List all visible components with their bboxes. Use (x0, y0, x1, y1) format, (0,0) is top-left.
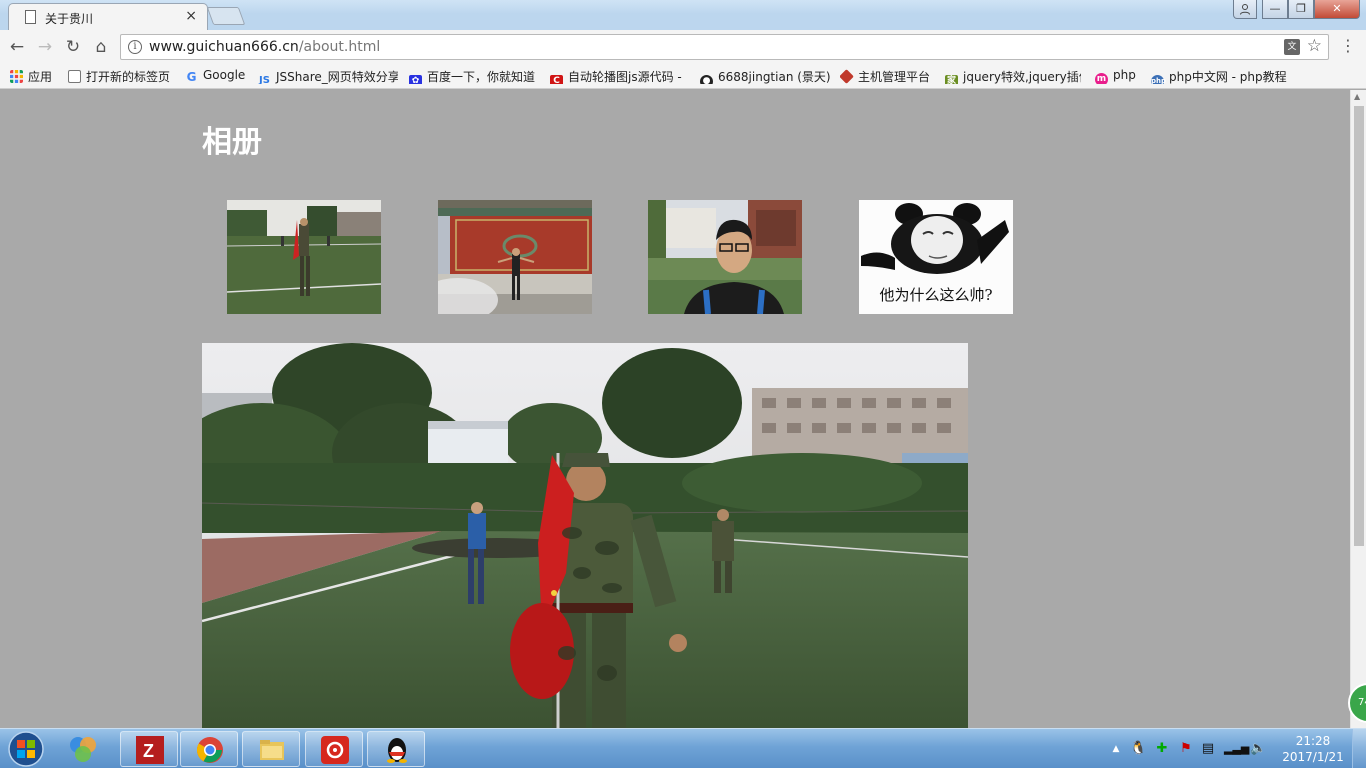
thumbnail-panda-meme[interactable]: 他为什么这么帅? (859, 200, 1013, 314)
page-icon (25, 10, 36, 24)
bookmark-label: jquery特效,jquery插件 (963, 70, 1081, 84)
bookmark-label: 主机管理平台 (858, 70, 931, 84)
chrome-menu-icon[interactable]: ⋮ (1340, 36, 1356, 56)
google-icon: G (186, 70, 197, 84)
netease-music-icon (321, 736, 349, 764)
maximize-button[interactable]: ❐ (1288, 0, 1314, 19)
bookmark-label: 自动轮播图js源代码 - (568, 70, 682, 84)
php-icon: m (1095, 73, 1108, 84)
vertical-scrollbar[interactable]: ▲ (1350, 90, 1366, 728)
bookmark-github[interactable]: ● 6688jingtian (景天) (700, 68, 832, 84)
military-parade-large-image (202, 343, 968, 728)
bookmark-php-cn[interactable]: php php中文网 - php教程 (1151, 68, 1289, 84)
clock-time: 21:28 (1295, 734, 1331, 748)
tray-expand-icon[interactable]: ▲ (1108, 741, 1124, 757)
taskbar-explorer[interactable] (242, 731, 300, 767)
page-icon (68, 70, 81, 83)
bookmark-php[interactable]: m php (1095, 68, 1141, 84)
apps-grid-icon (10, 70, 23, 83)
home-icon[interactable]: ⌂ (90, 36, 112, 58)
browser-titlebar: 关于贵川 × — ❐ ✕ (0, 0, 1366, 30)
new-tab-button[interactable] (206, 7, 246, 25)
js-icon: JS (259, 75, 270, 84)
bookmark-apps[interactable]: 应用 (10, 68, 60, 84)
address-bar[interactable]: i www.guichuan666.cn/about.html 文 ☆ (120, 34, 1329, 60)
url-path: /about.html (298, 39, 381, 55)
tray-security-icon[interactable]: ✚ (1154, 741, 1170, 757)
bookmark-baidu[interactable]: ✿ 百度一下，你就知道 (409, 68, 541, 84)
baidu-icon: ✿ (409, 75, 422, 84)
minimize-button[interactable]: — (1262, 0, 1288, 19)
bookmark-google[interactable]: G Google (185, 68, 251, 84)
scrollbar-thumb[interactable] (1354, 106, 1364, 546)
red-wall-image (438, 200, 592, 314)
chrome-icon (196, 737, 223, 763)
taskbar-qq[interactable] (367, 731, 425, 767)
php-cn-icon: php (1151, 75, 1166, 84)
site-info-icon[interactable]: i (128, 40, 142, 54)
tab-about[interactable]: 关于贵川 × (8, 3, 208, 30)
forward-icon[interactable]: → (34, 36, 56, 58)
bookmark-label: JSShare_网页特效分享 (276, 70, 398, 84)
folder-icon (260, 740, 284, 760)
url-host: www.guichuan666.cn (149, 39, 299, 55)
tab-title: 关于贵川 (45, 12, 94, 26)
bookmark-host[interactable]: 主机管理平台 (840, 68, 936, 84)
bookmark-star-icon[interactable]: ☆ (1307, 36, 1322, 56)
taskbar-netease-music[interactable] (305, 731, 363, 767)
start-button[interactable] (6, 731, 46, 767)
host-icon (840, 69, 854, 84)
tray-flag-icon[interactable]: ⚑ (1178, 741, 1194, 757)
thumbnail-military-parade[interactable] (227, 200, 381, 314)
browser-toolbar: ← → ↻ ⌂ i www.guichuan666.cn/about.html … (0, 30, 1366, 63)
svg-text:Z: Z (143, 741, 154, 761)
bookmark-new-tab[interactable]: 打开新的标签页 (68, 68, 176, 84)
tray-device-icon[interactable]: ▤ (1200, 741, 1216, 757)
bookmark-label: Google (203, 68, 246, 82)
bookmarks-bar: 应用 打开新的标签页 G Google JS JSShare_网页特效分享 ✿ 百度一… (0, 63, 1366, 89)
thumbnail-red-wall[interactable] (438, 200, 592, 314)
user-profile-button[interactable] (1233, 0, 1257, 19)
windows-logo-icon (8, 731, 44, 767)
bookmark-label: 百度一下，你就知道 (427, 70, 536, 84)
bookmark-label: 应用 (28, 70, 53, 84)
tray-volume-icon[interactable]: 🔈 (1250, 741, 1266, 757)
github-icon: ● (700, 75, 713, 84)
bookmark-carousel[interactable]: C 自动轮播图js源代码 - (550, 68, 690, 84)
bookmark-label: 打开新的标签页 (86, 70, 171, 84)
c-logo-icon: C (550, 75, 563, 84)
bookmark-jquery[interactable]: 家 jquery特效,jquery插件 (945, 68, 1081, 84)
bookmark-jsshare[interactable]: JS JSShare_网页特效分享 (258, 68, 398, 84)
tab-close-icon[interactable]: × (185, 8, 197, 24)
selfie-image (648, 200, 802, 314)
translate-icon[interactable]: 文 (1284, 39, 1300, 55)
military-parade-image (227, 200, 381, 314)
tray-qq-icon[interactable]: 🐧 (1130, 741, 1146, 757)
taskbar-chrome[interactable] (180, 731, 238, 767)
qq-penguin-icon (387, 738, 407, 763)
close-window-button[interactable]: ✕ (1314, 0, 1360, 19)
taskbar-clock[interactable]: 21:28 2017/1/21 (1282, 733, 1344, 765)
back-icon[interactable]: ← (6, 36, 28, 58)
scroll-up-icon[interactable]: ▲ (1354, 92, 1360, 101)
panda-meme-caption: 他为什么这么帅? (879, 286, 993, 304)
windows-media-center-icon[interactable] (64, 733, 102, 765)
clock-date: 2017/1/21 (1282, 750, 1344, 764)
jquery-icon: 家 (945, 75, 958, 84)
tray-network-icon[interactable]: ▂▃▅ (1224, 741, 1249, 757)
bookmark-label: php中文网 - php教程 (1169, 70, 1287, 84)
main-photo (202, 343, 968, 728)
taskbar-filezilla[interactable]: Z (120, 731, 178, 767)
page-viewport: 相册 他为什么这么帅? (0, 90, 1350, 728)
thumbnail-selfie[interactable] (648, 200, 802, 314)
bookmark-label: php (1113, 68, 1136, 82)
bookmark-label: 6688jingtian (景天) (718, 70, 831, 84)
show-desktop-button[interactable] (1352, 729, 1366, 768)
windows-taskbar: Z ▲ 🐧 ✚ ⚑ ▤ ▂▃▅ 🔈 21:28 2017/1/21 (0, 728, 1366, 768)
filezilla-icon: Z (136, 736, 164, 764)
page-title: 相册 (202, 125, 262, 160)
url-text: www.guichuan666.cn/about.html (149, 39, 380, 55)
reload-icon[interactable]: ↻ (62, 36, 84, 58)
